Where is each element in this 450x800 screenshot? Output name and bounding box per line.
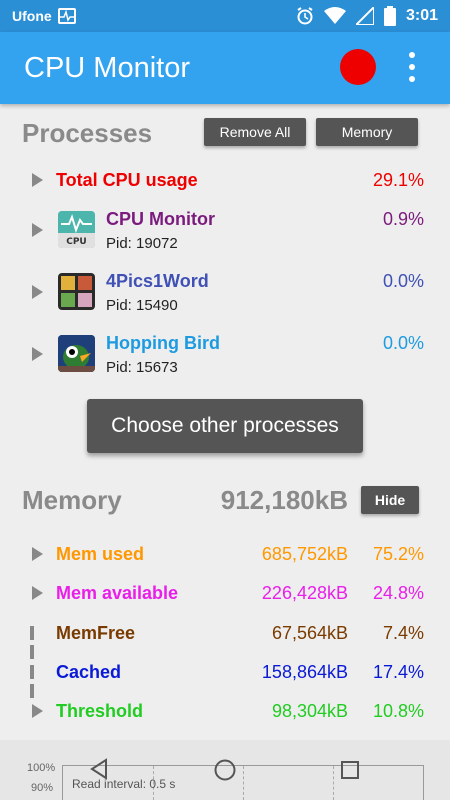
remove-all-button[interactable]: Remove All [204, 118, 306, 146]
expand-arrow-icon[interactable] [32, 347, 43, 361]
svg-text:CPU: CPU [66, 237, 87, 247]
recents-icon[interactable] [339, 759, 361, 781]
back-icon[interactable] [88, 758, 110, 780]
mem-row-kb: 67,564kB [271, 623, 348, 643]
play-icon[interactable] [32, 704, 43, 718]
processes-title: Processes [22, 118, 153, 148]
record-button[interactable] [340, 49, 376, 85]
process-pid: Pid: 19072 [106, 235, 178, 252]
mem-row-pct: 17.4% [372, 662, 424, 682]
app-bar: CPU Monitor [0, 32, 450, 104]
total-cpu-value: 29.1% [372, 170, 424, 190]
hopping-bird-app-icon [58, 335, 95, 372]
process-cpu-value: 0.0% [382, 333, 424, 353]
app-title: CPU Monitor [24, 51, 190, 84]
home-icon[interactable] [213, 758, 237, 782]
graph-tick-label: 100% [27, 762, 56, 774]
process-pid: Pid: 15490 [106, 297, 178, 314]
mem-row-label: Cached [56, 662, 122, 682]
process-name: 4Pics1Word [106, 271, 209, 291]
4pics1word-app-icon [58, 273, 95, 310]
battery-icon [383, 6, 396, 26]
expand-arrow-icon[interactable] [32, 173, 43, 187]
memory-total: 912,180kB [220, 485, 348, 515]
status-bar: Ufone 3:01 [0, 0, 450, 32]
expand-arrow-icon[interactable] [32, 223, 43, 237]
mem-row-pct: 75.2% [372, 544, 424, 564]
total-cpu-label: Total CPU usage [56, 170, 198, 190]
mem-row-label: Threshold [56, 701, 144, 721]
mem-row-kb: 226,428kB [261, 583, 348, 603]
memory-button[interactable]: Memory [316, 118, 418, 146]
hide-button[interactable]: Hide [361, 486, 419, 514]
play-icon[interactable] [32, 547, 43, 561]
process-pid: Pid: 15673 [106, 359, 178, 376]
mem-row-label: Mem available [56, 583, 179, 603]
mem-row-label: Mem used [56, 544, 145, 564]
carrier-name: Ufone [12, 8, 52, 24]
pulse-icon [57, 8, 76, 24]
expand-arrow-icon[interactable] [32, 285, 43, 299]
mem-row-kb: 685,752kB [261, 544, 348, 564]
signal-icon [355, 7, 374, 25]
cpu-monitor-app-icon: CPU [58, 211, 95, 248]
mem-row-pct: 10.8% [372, 701, 424, 721]
memory-title: Memory [22, 485, 122, 515]
process-cpu-value: 0.0% [382, 271, 424, 291]
overflow-menu-icon[interactable] [402, 48, 422, 88]
clock: 3:01 [405, 7, 438, 24]
graph-tick-label: 90% [31, 782, 54, 794]
process-cpu-value: 0.9% [382, 209, 424, 229]
pause-icon[interactable] [30, 626, 42, 659]
mem-row-kb: 98,304kB [271, 701, 348, 721]
mem-row-pct: 24.8% [372, 583, 424, 603]
mem-row-label: MemFree [56, 623, 136, 643]
mem-row-pct: 7.4% [382, 623, 424, 643]
wifi-icon [323, 7, 346, 24]
play-icon[interactable] [32, 586, 43, 600]
choose-other-processes-button[interactable]: Choose other processes [87, 399, 363, 453]
mem-row-kb: 158,864kB [261, 662, 348, 682]
process-name: Hopping Bird [106, 333, 220, 353]
alarm-icon [297, 7, 313, 25]
pause-icon[interactable] [30, 665, 42, 698]
process-name: CPU Monitor [106, 209, 215, 229]
